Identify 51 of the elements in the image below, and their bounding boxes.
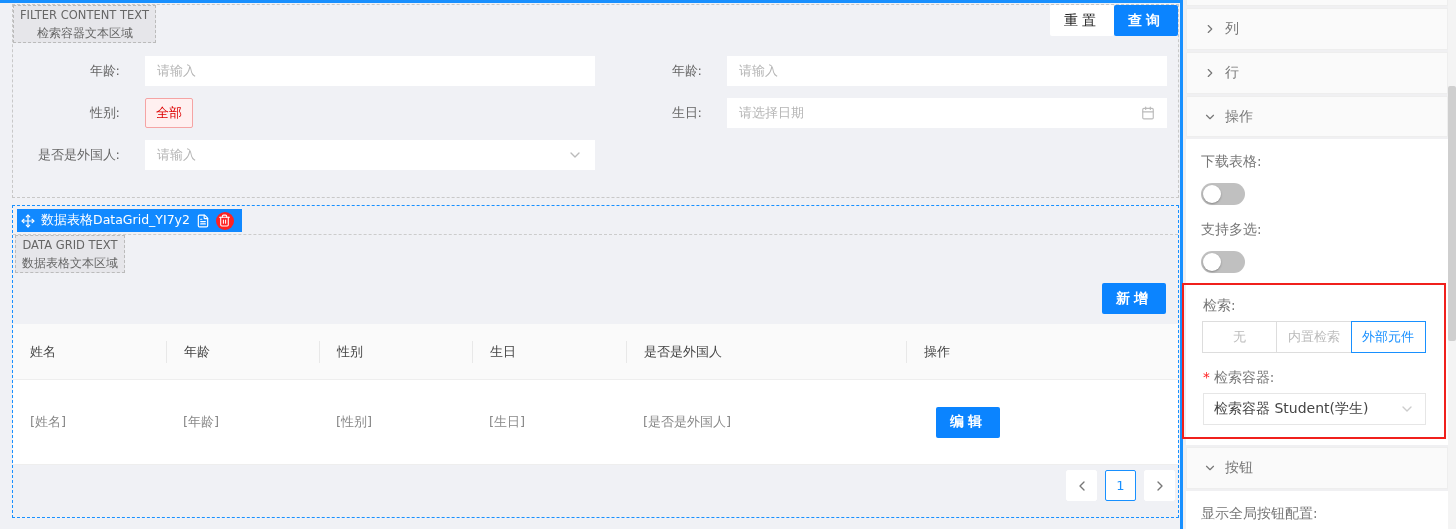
column-header: 性别 <box>319 340 472 363</box>
select-field[interactable]: 请输入 <box>145 140 595 170</box>
copy-icon[interactable] <box>195 213 210 228</box>
toggle-switch[interactable] <box>1201 251 1245 274</box>
table-cell-text: [姓名] <box>29 413 68 431</box>
reset-button[interactable]: 重置 <box>1050 5 1114 36</box>
column-header: 操作 <box>906 340 1178 363</box>
section-header[interactable]: 列 <box>1186 8 1448 51</box>
setting-label: 显示全局按钮配置: <box>1201 503 1319 523</box>
table-cell-text: [性别] <box>335 413 374 431</box>
column-header: 生日 <box>472 340 626 363</box>
field-label: 年龄: <box>88 62 120 80</box>
table-cell-text: [生日] <box>488 413 527 431</box>
column-header: 是否是外国人 <box>626 340 906 363</box>
field-label: 性别: <box>88 104 120 122</box>
caption-box: FILTER CONTENT TEXT 检索容器文本区域 <box>13 5 156 43</box>
segment-option[interactable]: 外部元件 <box>1350 321 1426 354</box>
caption-box: DATA GRID TEXT 数据表格文本区域 <box>15 235 125 273</box>
date-field[interactable]: 请选择日期 <box>727 98 1167 128</box>
section-header[interactable]: 按钮 <box>1186 447 1448 489</box>
section-header[interactable]: 操作 <box>1186 95 1448 138</box>
segment-option[interactable]: 内置检索 <box>1276 321 1352 354</box>
delete-icon[interactable] <box>215 211 234 230</box>
previous-page-button[interactable] <box>1066 470 1097 501</box>
search-button[interactable]: 查询 <box>1114 5 1178 36</box>
table-cell-text: [是否是外国人] <box>642 413 733 431</box>
setting-label: 下载表格: <box>1201 152 1263 172</box>
page-button[interactable]: 1 <box>1105 470 1136 501</box>
table-cell-text: [年龄] <box>182 413 221 431</box>
required-mark: * <box>1203 369 1210 386</box>
calendar-icon <box>1141 106 1155 120</box>
filter-tag[interactable]: 全部 <box>145 98 193 128</box>
input-field[interactable]: 请输入 <box>145 56 595 86</box>
toggle-switch[interactable] <box>1201 183 1245 206</box>
input-field[interactable]: 请输入 <box>727 56 1167 86</box>
segment-option[interactable]: 无 <box>1202 321 1278 354</box>
select-field[interactable]: 检索容器 Student(学生) <box>1203 393 1426 426</box>
field-label: 是否是外国人: <box>36 146 120 164</box>
setting-label: 支持多选: <box>1201 220 1263 240</box>
field-label: 年龄: <box>670 62 702 80</box>
next-page-button[interactable] <box>1144 470 1175 501</box>
add-button[interactable]: 新增 <box>1102 283 1166 314</box>
move-icon[interactable] <box>21 213 35 228</box>
section-header[interactable]: 行 <box>1186 52 1448 94</box>
column-header: 年龄 <box>166 340 319 363</box>
setting-label: 检索: <box>1203 296 1237 316</box>
component-toolbar: 数据表格DataGrid_YI7y2 <box>17 209 242 232</box>
setting-label: * 检索容器: <box>1203 368 1276 388</box>
field-label: 生日: <box>670 104 702 122</box>
edit-button[interactable]: 编辑 <box>936 406 1000 438</box>
column-header: 姓名 <box>29 342 57 361</box>
